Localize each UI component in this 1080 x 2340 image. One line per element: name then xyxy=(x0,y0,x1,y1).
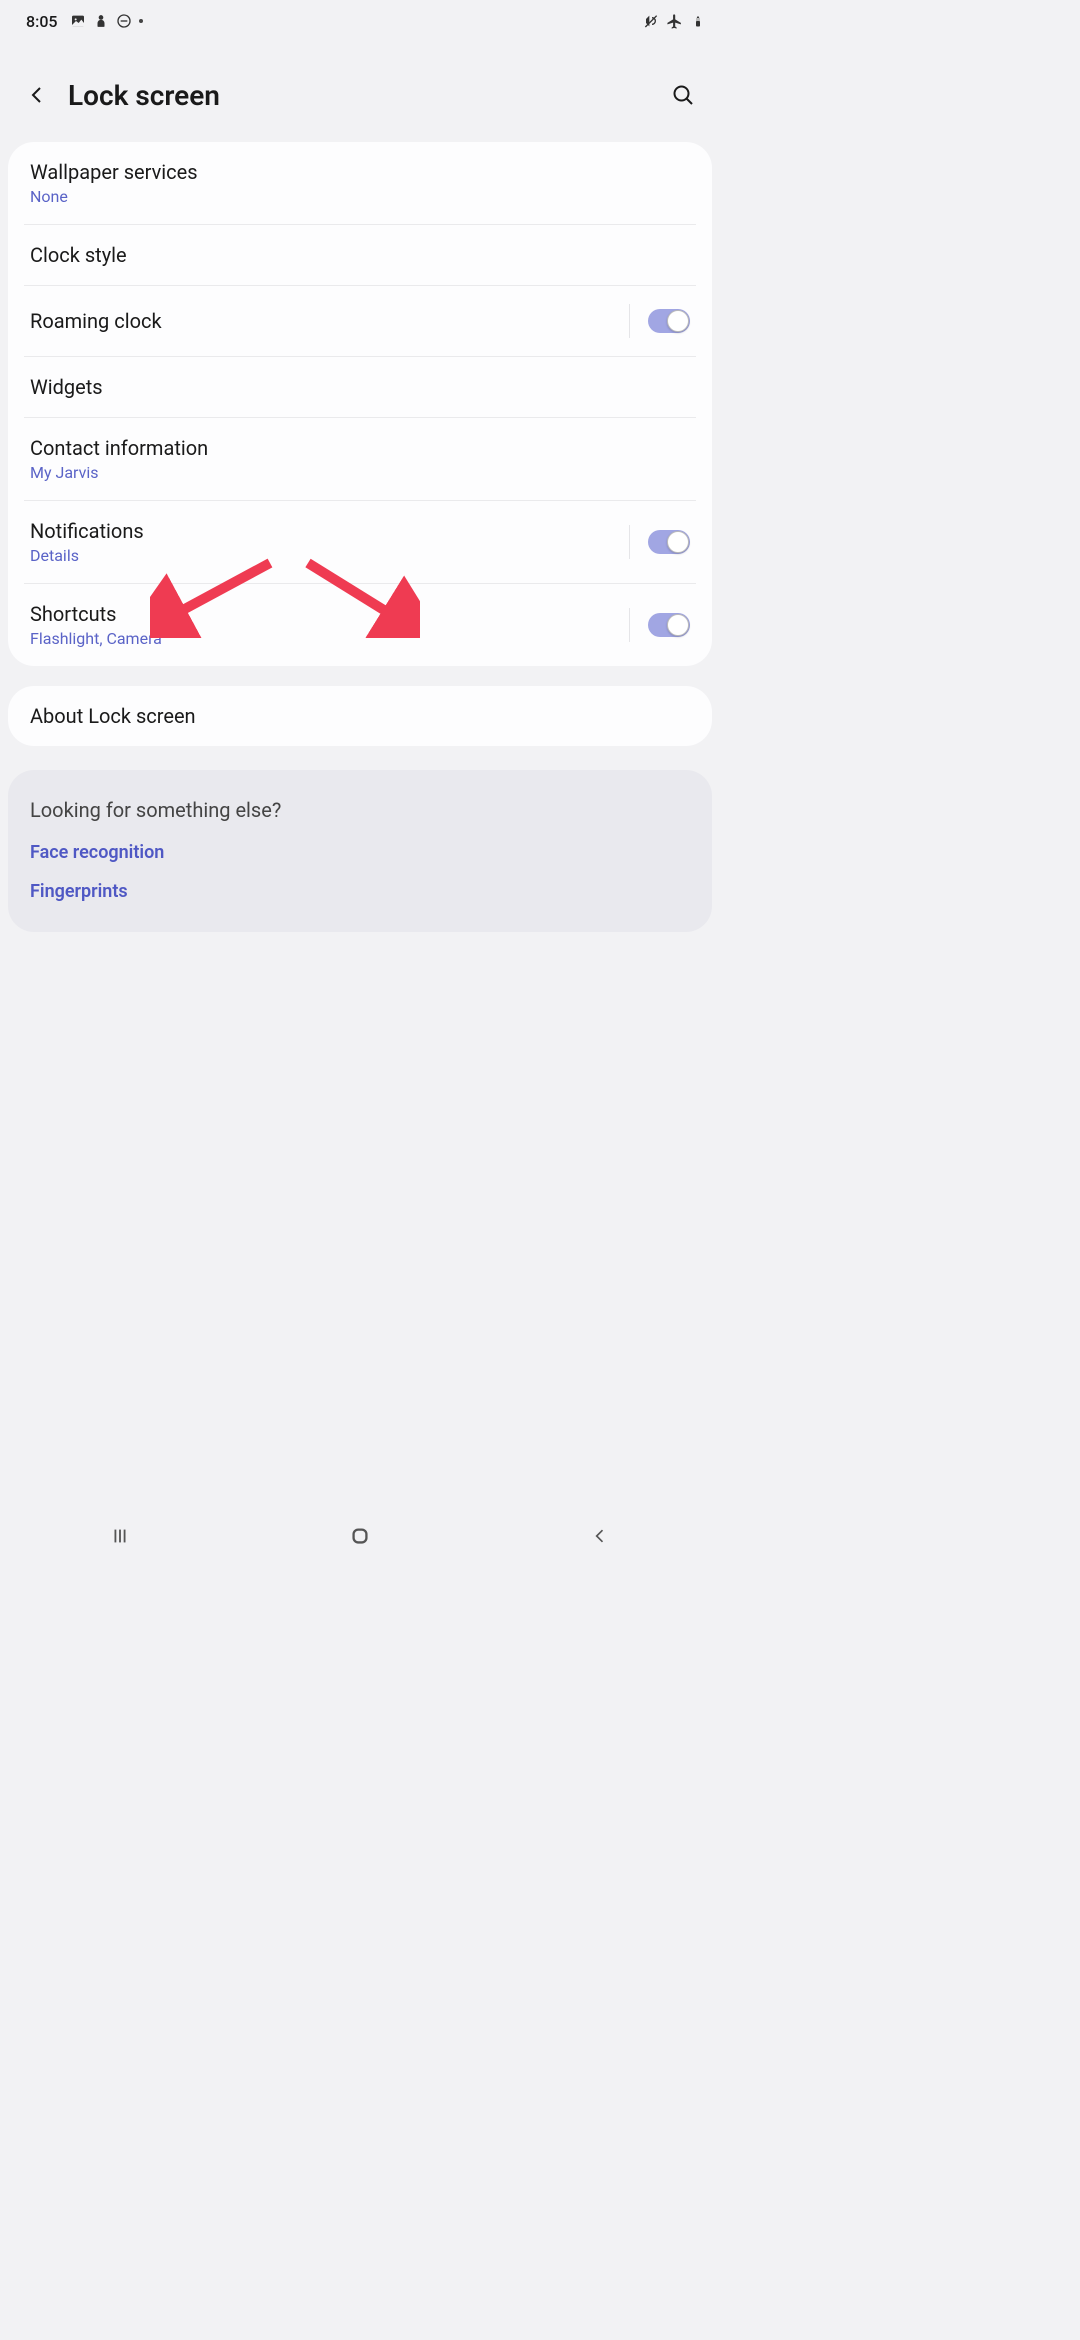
settings-group-about: About Lock screen xyxy=(8,686,712,746)
setting-subtitle: My Jarvis xyxy=(30,463,690,482)
setting-widgets[interactable]: Widgets xyxy=(24,356,696,417)
header: Lock screen xyxy=(0,42,720,142)
search-button[interactable] xyxy=(666,78,700,112)
airplane-mode-icon xyxy=(666,13,683,30)
roaming-clock-toggle[interactable] xyxy=(648,309,690,333)
back-button[interactable] xyxy=(20,78,54,112)
setting-clock-style[interactable]: Clock style xyxy=(24,224,696,285)
system-nav-bar xyxy=(0,1512,720,1560)
battery-icon xyxy=(689,13,706,30)
setting-title: Clock style xyxy=(30,243,690,267)
status-bar: 8:05 xyxy=(0,0,720,42)
setting-notifications[interactable]: Notifications Details xyxy=(24,500,696,583)
setting-title: Notifications xyxy=(30,519,629,543)
setting-shortcuts[interactable]: Shortcuts Flashlight, Camera xyxy=(24,583,696,666)
setting-about-lock-screen[interactable]: About Lock screen xyxy=(8,686,712,746)
setting-title: Contact information xyxy=(30,436,690,460)
setting-title: Roaming clock xyxy=(30,309,629,333)
setting-title: Widgets xyxy=(30,375,690,399)
more-notifications-dot xyxy=(139,19,143,23)
shortcuts-toggle[interactable] xyxy=(648,613,690,637)
related-settings-card: Looking for something else? Face recogni… xyxy=(8,770,712,932)
link-face-recognition[interactable]: Face recognition xyxy=(30,842,690,863)
nav-recents-button[interactable] xyxy=(100,1516,140,1556)
do-not-disturb-icon xyxy=(116,13,133,30)
settings-group-main: Wallpaper services None Clock style Roam… xyxy=(8,142,712,666)
status-time: 8:05 xyxy=(26,12,58,31)
setting-subtitle: Details xyxy=(30,546,629,565)
notifications-toggle[interactable] xyxy=(648,530,690,554)
setting-title: About Lock screen xyxy=(30,704,690,728)
status-left-icons xyxy=(70,13,143,30)
setting-wallpaper-services[interactable]: Wallpaper services None xyxy=(8,142,712,224)
nav-back-button[interactable] xyxy=(580,1516,620,1556)
page-title: Lock screen xyxy=(68,79,652,112)
status-right-icons xyxy=(643,13,706,30)
user-icon xyxy=(93,13,110,30)
setting-roaming-clock[interactable]: Roaming clock xyxy=(24,285,696,356)
link-fingerprints[interactable]: Fingerprints xyxy=(30,881,690,902)
setting-contact-information[interactable]: Contact information My Jarvis xyxy=(24,417,696,500)
setting-title: Wallpaper services xyxy=(30,160,690,184)
setting-subtitle: Flashlight, Camera xyxy=(30,629,629,648)
vibrate-icon xyxy=(643,13,660,30)
setting-title: Shortcuts xyxy=(30,602,629,626)
image-icon xyxy=(70,13,87,30)
related-prompt: Looking for something else? xyxy=(30,798,690,822)
setting-subtitle: None xyxy=(30,187,690,206)
nav-home-button[interactable] xyxy=(340,1516,380,1556)
